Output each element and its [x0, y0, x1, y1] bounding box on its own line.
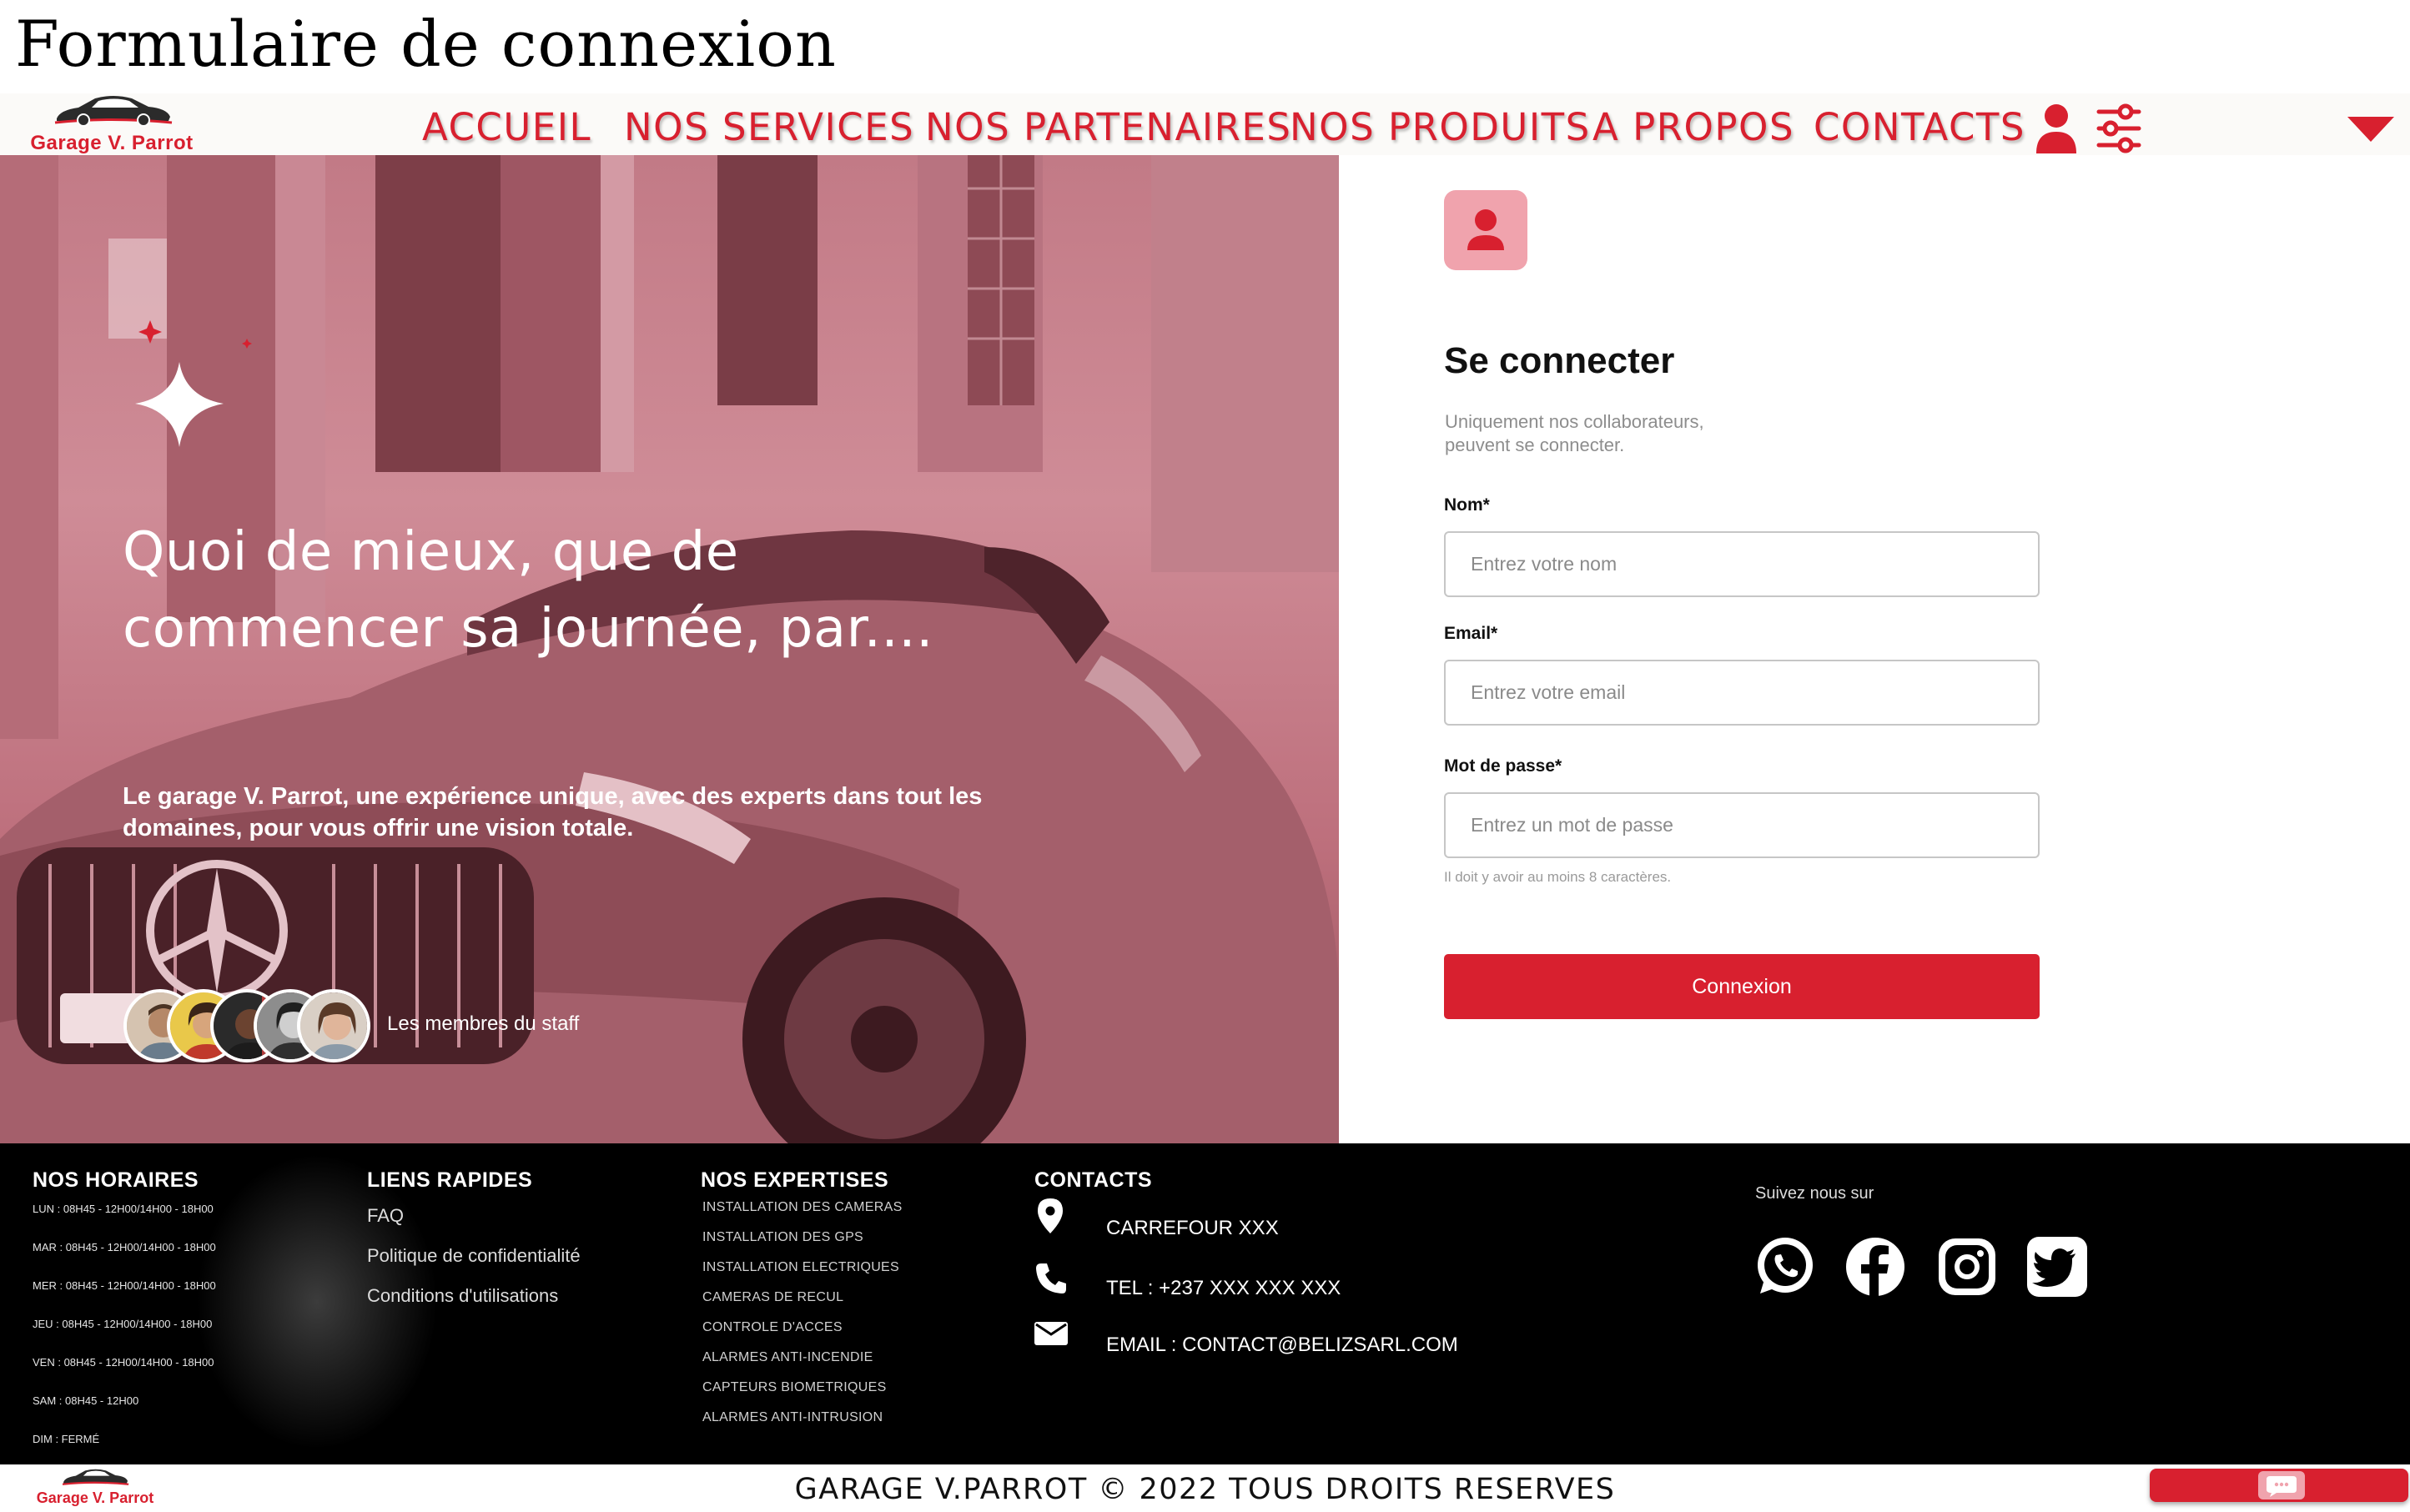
page-title: Formulaire de connexion: [15, 7, 837, 81]
login-subtitle: Uniquement nos collaborateurs, peuvent s…: [1445, 410, 1862, 457]
hero-section: Quoi de mieux, que de commencer sa journ…: [0, 155, 1339, 1143]
email-label: Email*: [1444, 624, 1498, 643]
hours-heading: NOS HORAIRES: [33, 1168, 199, 1192]
footer-link-privacy[interactable]: Politique de confidentialité: [367, 1245, 581, 1267]
bottom-bar: Garage V. Parrot GARAGE V.PARROT © 2022 …: [0, 1464, 2410, 1512]
footer-link-terms[interactable]: Conditions d'utilisations: [367, 1285, 558, 1307]
brand-name: Garage V. Parrot: [30, 132, 194, 154]
hours-line: MER : 08H45 - 12H00/14H00 - 18H00: [33, 1279, 216, 1292]
user-avatar-tile: [1444, 190, 1527, 270]
whatsapp-icon[interactable]: [1753, 1235, 1817, 1299]
footer-expertises: NOS EXPERTISES INSTALLATION DES CAMERAS …: [701, 1168, 1018, 1444]
footer-link-faq[interactable]: FAQ: [367, 1205, 404, 1227]
hours-line: LUN : 08H45 - 12H00/14H00 - 18H00: [33, 1203, 214, 1215]
contact-address: CARREFOUR XXX: [1106, 1217, 1279, 1239]
expertise-item: CAPTEURS BIOMETRIQUES: [702, 1380, 887, 1394]
facebook-icon[interactable]: [1844, 1235, 1907, 1299]
expertises-heading: NOS EXPERTISES: [701, 1168, 889, 1192]
twitter-icon[interactable]: [2025, 1235, 2089, 1299]
expertise-item: ALARMES ANTI-INTRUSION: [702, 1410, 883, 1424]
hero-description: Le garage V. Parrot, une expérience uniq…: [123, 783, 983, 841]
nav-item-a-propos[interactable]: A PROPOS: [1592, 105, 1794, 149]
footer-quick-links: LIENS RAPIDES FAQ Politique de confident…: [367, 1168, 684, 1335]
staff-avatars: Les membres du staff: [123, 989, 641, 1064]
login-subtitle-line-1: Uniquement nos collaborateurs,: [1445, 411, 1704, 432]
staff-label: Les membres du staff: [387, 1012, 580, 1035]
site-footer: NOS HORAIRES LUN : 08H45 - 12H00/14H00 -…: [0, 1143, 2410, 1464]
nav-item-accueil[interactable]: ACCUEIL: [422, 105, 591, 149]
nav-item-produits[interactable]: NOS PRODUITS: [1290, 105, 1591, 149]
chat-widget-bar[interactable]: [2150, 1469, 2408, 1502]
hero-headline-line-1: Quoi de mieux, que de: [123, 521, 739, 583]
expertise-item: INSTALLATION DES CAMERAS: [702, 1200, 903, 1214]
contact-email: EMAIL : CONTACT@BELIZSARL.COM: [1106, 1334, 1458, 1356]
caret-down-icon[interactable]: [2346, 115, 2396, 143]
name-input[interactable]: [1444, 531, 2040, 597]
contacts-heading: CONTACTS: [1034, 1168, 1153, 1192]
email-icon: [1034, 1322, 1068, 1345]
nav-item-partenaires[interactable]: NOS PARTENAIRES: [925, 105, 1291, 149]
login-heading: Se connecter: [1444, 340, 1675, 381]
expertise-item: INSTALLATION ELECTRIQUES: [702, 1260, 899, 1274]
footer-hours: NOS HORAIRES LUN : 08H45 - 12H00/14H00 -…: [33, 1168, 350, 1460]
password-label: Mot de passe*: [1444, 756, 1562, 776]
copyright-text: GARAGE V.PARROT © 2022 TOUS DROITS RESER…: [794, 1473, 1616, 1506]
expertise-item: INSTALLATION DES GPS: [702, 1230, 864, 1244]
hours-line: VEN : 08H45 - 12H00/14H00 - 18H00: [33, 1356, 214, 1369]
login-panel: Se connecter Uniquement nos collaborateu…: [1339, 155, 2410, 1143]
nav-item-contacts[interactable]: CONTACTS: [1814, 105, 2025, 149]
hero-headline: Quoi de mieux, que de commencer sa journ…: [123, 514, 957, 667]
hours-line: SAM : 08H45 - 12H00: [33, 1394, 139, 1407]
nav-item-services[interactable]: NOS SERVICES: [624, 105, 914, 149]
expertise-item: ALARMES ANTI-INCENDIE: [702, 1350, 873, 1364]
main-navbar: Garage V. Parrot ACCUEIL NOS SERVICES NO…: [0, 93, 2410, 155]
login-subtitle-line-2: peuvent se connecter.: [1445, 435, 1625, 455]
links-heading: LIENS RAPIDES: [367, 1168, 533, 1192]
chat-bubble-icon: [2267, 1476, 2297, 1497]
hours-line: MAR : 08H45 - 12H00/14H00 - 18H00: [33, 1241, 216, 1253]
password-input[interactable]: [1444, 792, 2040, 858]
staff-avatar-5[interactable]: [297, 989, 370, 1062]
instagram-icon[interactable]: [1935, 1235, 1999, 1299]
chat-button[interactable]: [2258, 1471, 2305, 1499]
hours-line: DIM : FERMÉ: [33, 1433, 100, 1445]
expertise-item: CONTROLE D'ACCES: [702, 1320, 843, 1334]
car-logo-icon: [54, 96, 173, 127]
phone-icon: [1036, 1263, 1066, 1293]
contact-phone: TEL : +237 XXX XXX XXX: [1106, 1277, 1341, 1299]
hero-headline-line-2: commencer sa journée, par....: [123, 598, 933, 660]
expertise-item: CAMERAS DE RECUL: [702, 1290, 844, 1304]
name-label: Nom*: [1444, 495, 1490, 515]
login-submit-button[interactable]: Connexion: [1444, 954, 2040, 1019]
brand-logo[interactable]: Garage V. Parrot: [28, 93, 195, 155]
footer-contacts: CONTACTS CARREFOUR XXX TEL : +237 XXX XX…: [1034, 1168, 1502, 1369]
location-pin-icon: [1038, 1198, 1063, 1233]
email-input[interactable]: [1444, 660, 2040, 726]
follow-us-label: Suivez nous sur: [1755, 1184, 1874, 1203]
sliders-icon[interactable]: [2096, 103, 2142, 153]
hours-line: JEU : 08H45 - 12H00/14H00 - 18H00: [33, 1318, 213, 1330]
user-icon: [1467, 209, 1504, 250]
password-hint: Il doit y avoir au moins 8 caractères.: [1444, 869, 1672, 885]
user-icon[interactable]: [2035, 103, 2078, 153]
